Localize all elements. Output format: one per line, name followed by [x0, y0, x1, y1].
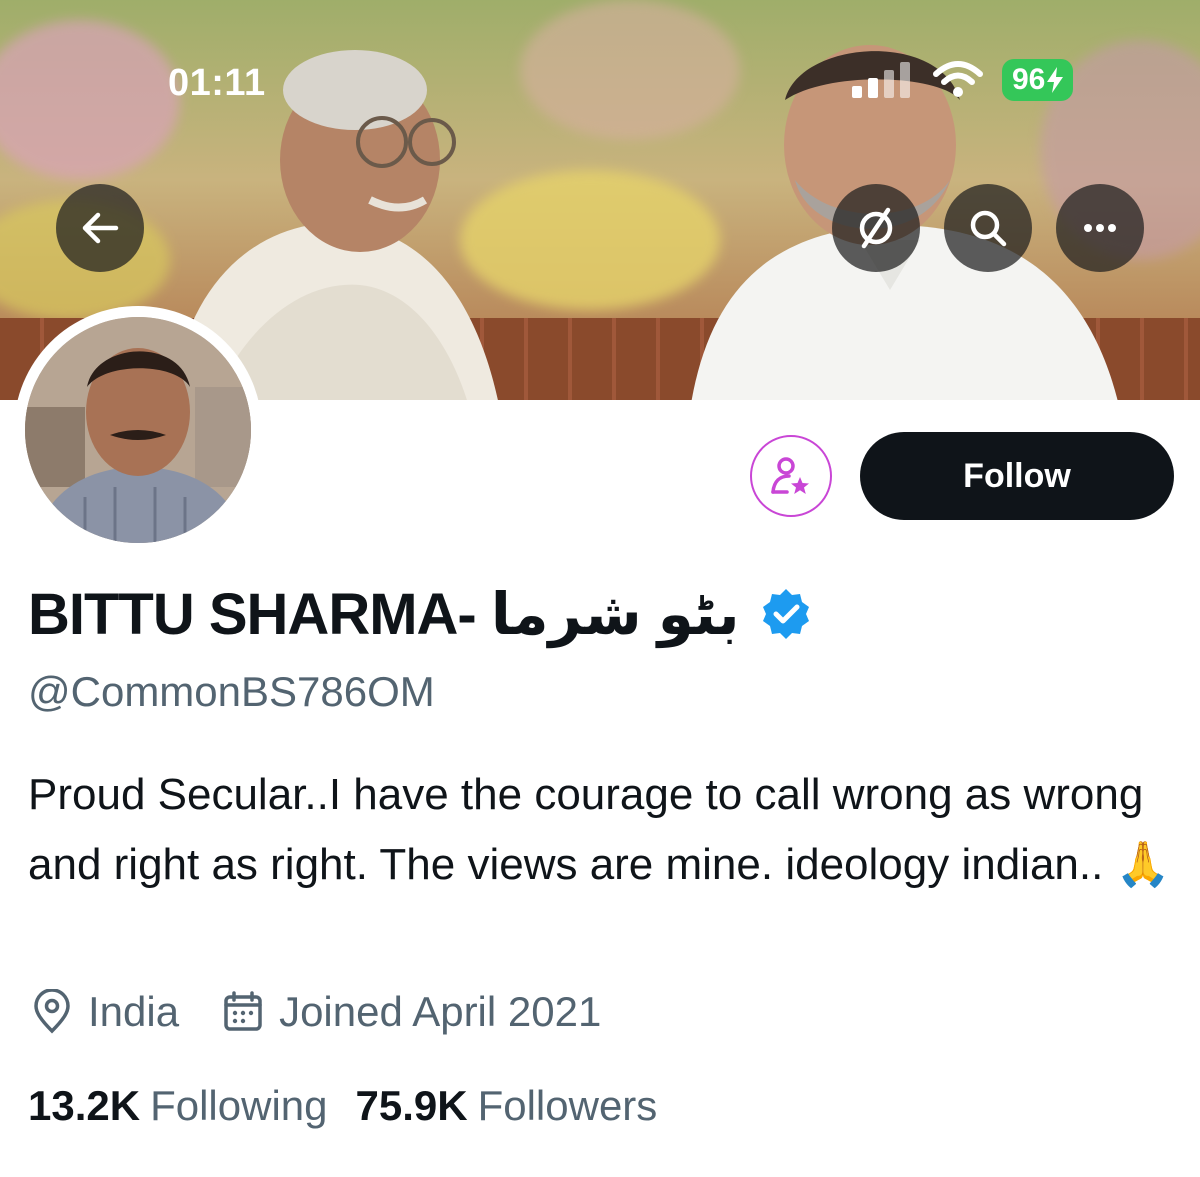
following-label[interactable]: Following [150, 1082, 327, 1130]
search-button[interactable] [944, 184, 1032, 272]
wifi-icon [933, 61, 983, 97]
avatar-photo [25, 317, 251, 543]
follow-button[interactable]: Follow [860, 432, 1174, 520]
more-button[interactable] [1056, 184, 1144, 272]
arrow-left-icon [82, 212, 119, 244]
location-pin-icon [34, 989, 70, 1034]
calendar-icon [224, 991, 262, 1031]
charging-bolt-icon [1047, 67, 1064, 93]
profile-stats: 13.2K Following 75.9K Followers [28, 1082, 685, 1130]
location-item: India [30, 988, 179, 1036]
followers-label[interactable]: Followers [478, 1082, 658, 1130]
status-icons: 96 [850, 58, 1074, 102]
subscribe-person-star-icon [771, 457, 809, 494]
battery-level: 96 [1012, 63, 1046, 96]
grok-button[interactable] [832, 184, 920, 272]
cellular-signal-icon [852, 62, 910, 98]
more-icon [1084, 224, 1116, 232]
status-time: 01:11 [168, 62, 266, 104]
grok-icon [859, 207, 893, 249]
followers-count[interactable]: 75.9K [356, 1082, 468, 1130]
display-name: BITTU SHARMA- بٹو شرما [28, 582, 741, 647]
profile-meta: India Joined April 2021 [30, 988, 643, 1036]
profile-name-row: BITTU SHARMA- بٹو شرما [28, 580, 814, 648]
battery-indicator: 96 [1002, 59, 1074, 101]
joined-item: Joined April 2021 [221, 988, 601, 1036]
back-button[interactable] [56, 184, 144, 272]
verified-badge-icon[interactable] [758, 586, 814, 642]
profile-handle: @CommonBS786OM [28, 668, 435, 715]
following-count[interactable]: 13.2K [28, 1082, 140, 1130]
subscribe-button[interactable] [750, 435, 832, 517]
profile-avatar[interactable] [14, 306, 262, 554]
search-icon [970, 210, 1007, 247]
profile-bio: Proud Secular..I have the courage to cal… [28, 770, 1171, 889]
avatar-portrait [25, 317, 251, 543]
location-text: India [88, 988, 180, 1035]
joined-text: Joined April 2021 [279, 988, 602, 1035]
